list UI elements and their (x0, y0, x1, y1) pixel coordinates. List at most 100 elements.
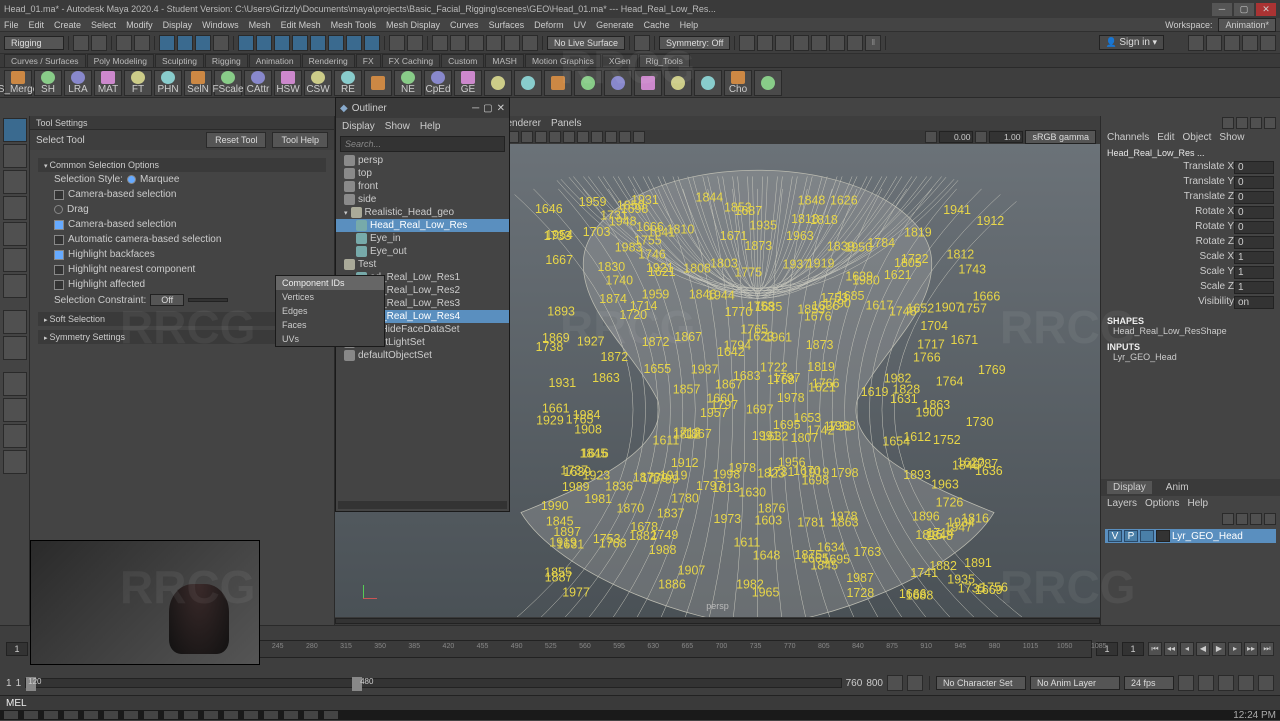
outliner-search-input[interactable]: Search... (340, 136, 505, 152)
attr-label[interactable]: Rotate X (1107, 206, 1234, 219)
mask-vertex-icon[interactable] (238, 35, 254, 51)
mask-face-icon[interactable] (274, 35, 290, 51)
shelf-button-SH[interactable]: SH (34, 70, 62, 96)
menu-file[interactable]: File (4, 20, 19, 30)
shelf-tab-rig-tools[interactable]: Rig_Tools (639, 54, 690, 67)
shelf-button-SelN[interactable]: SelN (184, 70, 212, 96)
attr-value-field[interactable]: 1 (1234, 251, 1274, 264)
menu-curves[interactable]: Curves (450, 20, 479, 30)
vp-textured-icon[interactable] (549, 131, 561, 143)
vp-isolate-icon[interactable] (591, 131, 603, 143)
lasso-tool-icon[interactable] (3, 144, 27, 168)
app-icon[interactable] (284, 711, 298, 719)
shelf-tab-mash[interactable]: MASH (485, 54, 524, 67)
menu-windows[interactable]: Windows (202, 20, 239, 30)
app-icon[interactable] (264, 711, 278, 719)
shelf-button-18[interactable] (544, 70, 572, 96)
tab-anim[interactable]: Anim (1160, 481, 1195, 494)
menu-modify[interactable]: Modify (126, 20, 153, 30)
channel-menu-channels[interactable]: Channels (1107, 132, 1149, 143)
range-start-field[interactable]: 1 (6, 678, 12, 689)
loop-toggle-icon[interactable] (887, 675, 903, 691)
mask-surface-icon[interactable] (328, 35, 344, 51)
tool-settings-toggle-icon[interactable] (1250, 117, 1262, 129)
marquee-radio[interactable] (127, 175, 136, 184)
shelf-button-CpEd[interactable]: CpEd (424, 70, 452, 96)
attr-label[interactable]: Visibility (1107, 296, 1234, 309)
menu-edit[interactable]: Edit (29, 20, 45, 30)
mask-curve-icon[interactable] (310, 35, 326, 51)
shelf-tab-motion-graphics[interactable]: Motion Graphics (525, 54, 601, 67)
tab-display[interactable]: Display (1107, 481, 1152, 494)
shelf-button-LRA[interactable]: LRA (64, 70, 92, 96)
layer-add-empty-icon[interactable] (1250, 513, 1262, 525)
checkbox-highlight-affected[interactable] (54, 280, 64, 290)
step-back-button[interactable]: ◂ (1180, 642, 1194, 656)
minimize-button[interactable]: ─ (1212, 3, 1232, 16)
step-forward-key-button[interactable]: ▸▸ (1244, 642, 1258, 656)
close-button[interactable]: ✕ (1256, 3, 1276, 16)
attr-label[interactable]: Scale Z (1107, 281, 1234, 294)
app-icon[interactable] (184, 711, 198, 719)
anim-layer-dropdown[interactable]: No Anim Layer (1030, 676, 1120, 690)
vp-gamma-icon[interactable] (975, 131, 987, 143)
current-frame-field[interactable]: 1 (1122, 642, 1144, 656)
shelf-button-S_Merge[interactable]: S_Merge (4, 70, 32, 96)
channel-node-name[interactable]: Head_Real_Low_Res ... (1107, 148, 1274, 158)
shelf-button-FT[interactable]: FT (124, 70, 152, 96)
undo-icon[interactable] (116, 35, 132, 51)
menu-deform[interactable]: Deform (534, 20, 564, 30)
playback-prefs-icon[interactable] (1258, 675, 1274, 691)
search-icon[interactable] (24, 711, 38, 719)
audio-toggle-icon[interactable] (1218, 675, 1234, 691)
app-icon[interactable] (144, 711, 158, 719)
go-to-end-button[interactable]: ⏭ (1260, 642, 1274, 656)
snap-live-icon[interactable] (504, 35, 520, 51)
menu-cache[interactable]: Cache (644, 20, 670, 30)
workspace-dropdown[interactable]: Animation* (1218, 18, 1276, 32)
attr-value-field[interactable]: 0 (1234, 206, 1274, 219)
mask-lattice-icon[interactable] (346, 35, 362, 51)
single-view-icon[interactable] (3, 310, 27, 334)
attr-label[interactable]: Translate X (1107, 161, 1234, 174)
snap-point-icon[interactable] (468, 35, 484, 51)
light-editor-icon[interactable] (847, 35, 863, 51)
app-icon[interactable] (124, 711, 138, 719)
menu-mesh-display[interactable]: Mesh Display (386, 20, 440, 30)
attr-value-field[interactable]: 0 (1234, 191, 1274, 204)
shelf-button-20[interactable] (604, 70, 632, 96)
snap-curve-icon[interactable] (450, 35, 466, 51)
last-tool-icon[interactable] (3, 274, 27, 298)
attr-value-field[interactable]: on (1234, 296, 1274, 309)
rotate-tool-icon[interactable] (3, 222, 27, 246)
mask-uv-icon[interactable] (292, 35, 308, 51)
outliner-node-side[interactable]: side (336, 193, 509, 206)
four-view-icon[interactable] (3, 336, 27, 360)
menu-uv[interactable]: UV (574, 20, 587, 30)
context-item-edges[interactable]: Edges (276, 304, 384, 318)
outliner-close-button[interactable]: ✕ (497, 103, 505, 114)
menu-surfaces[interactable]: Surfaces (489, 20, 525, 30)
render-settings-icon[interactable] (793, 35, 809, 51)
channel-menu-show[interactable]: Show (1219, 132, 1244, 143)
outliner-icon[interactable] (3, 372, 27, 396)
menu-select[interactable]: Select (91, 20, 116, 30)
shelf-button-21[interactable] (634, 70, 662, 96)
vp-expose-icon[interactable] (633, 131, 645, 143)
lock-icon[interactable] (389, 35, 405, 51)
checkbox-camera-based-selection[interactable] (54, 220, 64, 230)
outliner-node-test[interactable]: Test (336, 258, 509, 271)
menu-help[interactable]: Help (680, 20, 699, 30)
select-objects-icon[interactable] (159, 35, 175, 51)
start-icon[interactable] (4, 711, 18, 719)
outliner-node-defaultobjectset[interactable]: defaultObjectSet (336, 349, 509, 362)
graph-editor-icon[interactable] (3, 424, 27, 448)
shelf-button-Cho[interactable]: Cho (724, 70, 752, 96)
shelf-button-CSW[interactable]: CSW (304, 70, 332, 96)
shelf-button-12[interactable] (364, 70, 392, 96)
exposure-field[interactable]: 0.00 (939, 131, 973, 143)
attribute-editor-toggle-icon[interactable] (1236, 117, 1248, 129)
range-anim-start-field[interactable]: 1 (16, 678, 22, 689)
shelf-button-CAttr[interactable]: CAttr (244, 70, 272, 96)
component-editor-icon[interactable] (3, 450, 27, 474)
